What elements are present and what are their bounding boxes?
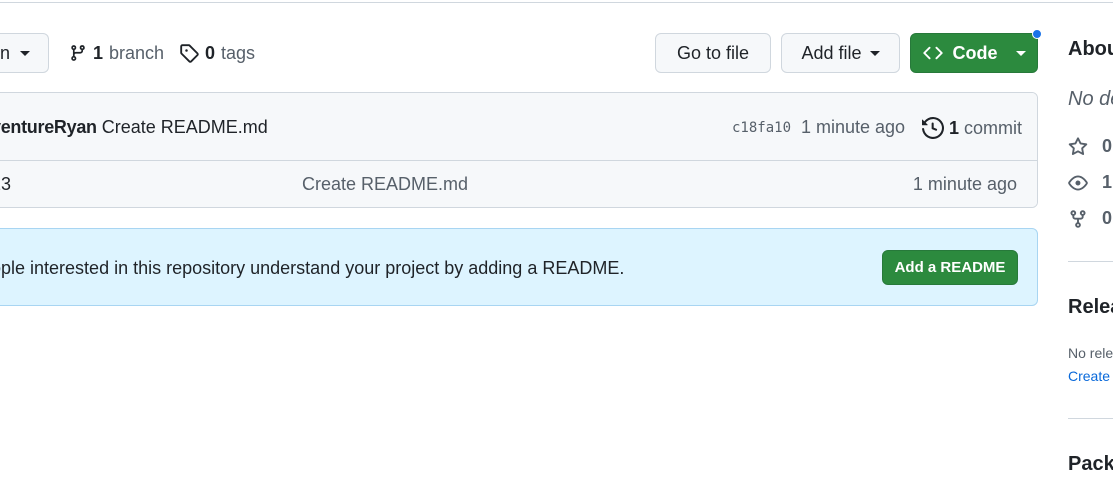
latest-commit-row: ventureRyan Create README.md c18fa10 1 m… [0, 93, 1037, 161]
branch-count: 1 [93, 42, 104, 63]
file-commit-time: 1 minute ago [912, 174, 1017, 194]
file-browser: ventureRyan Create README.md c18fa10 1 m… [0, 92, 1038, 208]
header-divider [0, 2, 1113, 3]
readme-prompt-text: ople interested in this repository under… [0, 258, 625, 278]
git-branch-icon [69, 43, 87, 63]
stars-link[interactable]: 0 [1068, 136, 1112, 157]
branch-selector-button[interactable]: n [0, 33, 49, 73]
readme-prompt-banner: ople interested in this repository under… [0, 228, 1038, 306]
create-release-link[interactable]: Create [1068, 368, 1110, 384]
stars-count: 0 [1102, 136, 1113, 156]
commit-time: 1 minute ago [801, 117, 906, 137]
releases-heading[interactable]: Relea [1068, 296, 1113, 319]
sidebar-divider [1068, 261, 1113, 262]
star-icon [1068, 136, 1088, 157]
add-file-button[interactable]: Add file [781, 33, 900, 73]
chevron-down-icon [869, 50, 880, 56]
tag-count: 0 [205, 42, 216, 63]
packages-heading[interactable]: Packa [1068, 453, 1113, 476]
file-name-link[interactable]: 23 [0, 174, 11, 195]
add-file-label: Add file [801, 42, 862, 63]
tag-word: tags [221, 42, 256, 63]
file-commit-message-link[interactable]: Create README.md [302, 174, 468, 195]
sidebar-divider [1068, 418, 1113, 419]
eye-icon [1068, 173, 1088, 193]
table-row: 23 Create README.md 1 minute ago [0, 161, 1037, 207]
go-to-file-button[interactable]: Go to file [655, 33, 771, 73]
branches-link[interactable]: 1 branch [69, 40, 164, 66]
code-icon [922, 43, 943, 63]
code-label: Code [952, 42, 998, 63]
forks-count: 0 [1102, 208, 1113, 228]
tag-icon [179, 43, 199, 63]
branch-selector-label: n [0, 42, 11, 63]
fork-icon [1068, 209, 1088, 229]
commit-word: commit [964, 117, 1023, 138]
commit-history-link[interactable]: 1 commit [922, 117, 1022, 139]
repo-description: No de [1068, 88, 1113, 110]
commit-message-link[interactable]: Create README.md [102, 117, 268, 137]
watchers-link[interactable]: 1 [1068, 172, 1112, 193]
add-readme-button[interactable]: Add a README [882, 250, 1018, 285]
chevron-down-icon [1015, 50, 1026, 56]
commit-sha-link[interactable]: c18fa10 [732, 120, 791, 136]
forks-link[interactable]: 0 [1068, 208, 1112, 229]
releases-empty-text: No rele [1068, 345, 1113, 361]
watchers-count: 1 [1102, 172, 1113, 192]
commit-count: 1 [949, 117, 960, 138]
commit-author-link[interactable]: ventureRyan [0, 117, 97, 137]
commit-summary: ventureRyan Create README.md [0, 117, 268, 138]
code-button[interactable]: Code [910, 33, 1038, 73]
about-heading: Abou [1068, 38, 1113, 60]
chevron-down-icon [20, 50, 31, 56]
history-icon [922, 117, 944, 139]
branch-word: branch [109, 42, 165, 63]
notification-dot [1032, 29, 1042, 39]
tags-link[interactable]: 0 tags [179, 40, 255, 66]
